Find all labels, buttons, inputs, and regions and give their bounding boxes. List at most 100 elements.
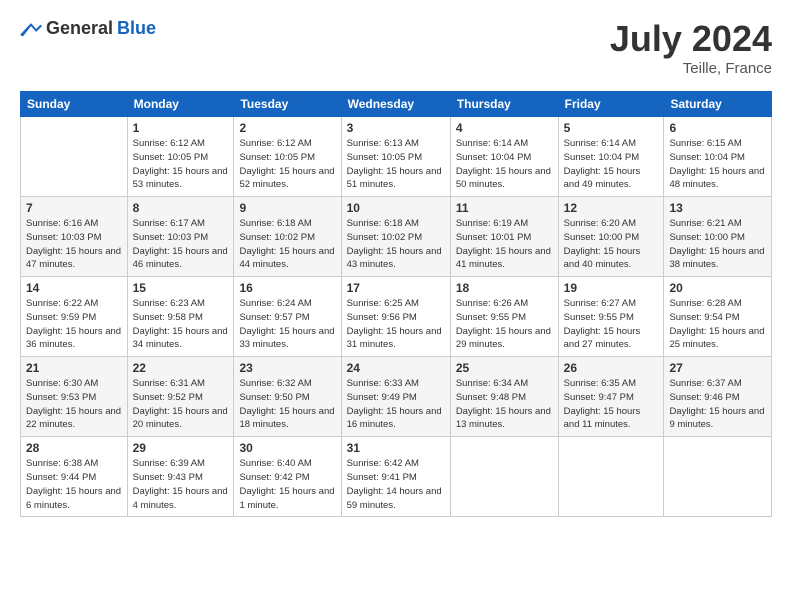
day-number: 2 — [239, 121, 335, 135]
table-cell: 9 Sunrise: 6:18 AM Sunset: 10:02 PM Dayl… — [234, 197, 341, 277]
day-info: Sunrise: 6:12 AM Sunset: 10:05 PM Daylig… — [133, 137, 229, 192]
day-number: 21 — [26, 361, 122, 375]
sunset: Sunset: 10:03 PM — [26, 232, 102, 243]
day-number: 16 — [239, 281, 335, 295]
sunset: Sunset: 10:04 PM — [564, 152, 640, 163]
day-info: Sunrise: 6:27 AM Sunset: 9:55 PM Dayligh… — [564, 297, 659, 352]
sunset: Sunset: 9:50 PM — [239, 392, 309, 403]
sunrise: Sunrise: 6:19 AM — [456, 218, 528, 229]
daylight: Daylight: 15 hours and 33 minutes. — [239, 326, 334, 351]
daylight: Daylight: 15 hours and 44 minutes. — [239, 246, 334, 271]
day-number: 11 — [456, 201, 553, 215]
day-number: 13 — [669, 201, 766, 215]
sunset: Sunset: 10:04 PM — [456, 152, 532, 163]
sunset: Sunset: 9:47 PM — [564, 392, 634, 403]
table-cell — [450, 437, 558, 517]
day-number: 7 — [26, 201, 122, 215]
table-cell: 5 Sunrise: 6:14 AM Sunset: 10:04 PM Dayl… — [558, 117, 664, 197]
day-info: Sunrise: 6:42 AM Sunset: 9:41 PM Dayligh… — [347, 457, 445, 512]
daylight: Daylight: 15 hours and 34 minutes. — [133, 326, 228, 351]
sunset: Sunset: 9:58 PM — [133, 312, 203, 323]
table-cell: 24 Sunrise: 6:33 AM Sunset: 9:49 PM Dayl… — [341, 357, 450, 437]
sunset: Sunset: 9:52 PM — [133, 392, 203, 403]
day-number: 30 — [239, 441, 335, 455]
sunrise: Sunrise: 6:13 AM — [347, 138, 419, 149]
day-number: 17 — [347, 281, 445, 295]
day-info: Sunrise: 6:14 AM Sunset: 10:04 PM Daylig… — [564, 137, 659, 192]
week-row-3: 14 Sunrise: 6:22 AM Sunset: 9:59 PM Dayl… — [21, 277, 772, 357]
daylight: Daylight: 15 hours and 36 minutes. — [26, 326, 121, 351]
daylight: Daylight: 14 hours and 59 minutes. — [347, 486, 442, 511]
sunrise: Sunrise: 6:34 AM — [456, 378, 528, 389]
day-info: Sunrise: 6:22 AM Sunset: 9:59 PM Dayligh… — [26, 297, 122, 352]
table-cell: 2 Sunrise: 6:12 AM Sunset: 10:05 PM Dayl… — [234, 117, 341, 197]
sunrise: Sunrise: 6:26 AM — [456, 298, 528, 309]
table-cell: 19 Sunrise: 6:27 AM Sunset: 9:55 PM Dayl… — [558, 277, 664, 357]
title-block: July 2024 Teille, France — [610, 18, 772, 77]
table-cell: 8 Sunrise: 6:17 AM Sunset: 10:03 PM Dayl… — [127, 197, 234, 277]
sunrise: Sunrise: 6:14 AM — [456, 138, 528, 149]
day-info: Sunrise: 6:37 AM Sunset: 9:46 PM Dayligh… — [669, 377, 766, 432]
sunset: Sunset: 9:54 PM — [669, 312, 739, 323]
header-row: Sunday Monday Tuesday Wednesday Thursday… — [21, 92, 772, 117]
sunset: Sunset: 10:01 PM — [456, 232, 532, 243]
col-saturday: Saturday — [664, 92, 772, 117]
table-cell: 17 Sunrise: 6:25 AM Sunset: 9:56 PM Dayl… — [341, 277, 450, 357]
sunrise: Sunrise: 6:24 AM — [239, 298, 311, 309]
table-cell: 25 Sunrise: 6:34 AM Sunset: 9:48 PM Dayl… — [450, 357, 558, 437]
daylight: Daylight: 15 hours and 11 minutes. — [564, 406, 641, 431]
sunrise: Sunrise: 6:27 AM — [564, 298, 636, 309]
sunrise: Sunrise: 6:21 AM — [669, 218, 741, 229]
table-cell: 18 Sunrise: 6:26 AM Sunset: 9:55 PM Dayl… — [450, 277, 558, 357]
sunrise: Sunrise: 6:25 AM — [347, 298, 419, 309]
sunset: Sunset: 9:48 PM — [456, 392, 526, 403]
col-thursday: Thursday — [450, 92, 558, 117]
logo-blue: Blue — [117, 18, 156, 39]
table-cell: 6 Sunrise: 6:15 AM Sunset: 10:04 PM Dayl… — [664, 117, 772, 197]
daylight: Daylight: 15 hours and 29 minutes. — [456, 326, 551, 351]
table-cell: 22 Sunrise: 6:31 AM Sunset: 9:52 PM Dayl… — [127, 357, 234, 437]
sunrise: Sunrise: 6:42 AM — [347, 458, 419, 469]
table-cell: 3 Sunrise: 6:13 AM Sunset: 10:05 PM Dayl… — [341, 117, 450, 197]
day-info: Sunrise: 6:24 AM Sunset: 9:57 PM Dayligh… — [239, 297, 335, 352]
daylight: Daylight: 15 hours and 50 minutes. — [456, 166, 551, 191]
sunrise: Sunrise: 6:12 AM — [239, 138, 311, 149]
day-info: Sunrise: 6:18 AM Sunset: 10:02 PM Daylig… — [239, 217, 335, 272]
sunset: Sunset: 9:43 PM — [133, 472, 203, 483]
day-number: 25 — [456, 361, 553, 375]
sunrise: Sunrise: 6:23 AM — [133, 298, 205, 309]
daylight: Daylight: 15 hours and 22 minutes. — [26, 406, 121, 431]
table-cell: 11 Sunrise: 6:19 AM Sunset: 10:01 PM Day… — [450, 197, 558, 277]
table-cell — [558, 437, 664, 517]
sunset: Sunset: 9:44 PM — [26, 472, 96, 483]
sunrise: Sunrise: 6:39 AM — [133, 458, 205, 469]
sunrise: Sunrise: 6:31 AM — [133, 378, 205, 389]
daylight: Daylight: 15 hours and 52 minutes. — [239, 166, 334, 191]
sunset: Sunset: 9:55 PM — [456, 312, 526, 323]
sunset: Sunset: 9:53 PM — [26, 392, 96, 403]
sunset: Sunset: 9:57 PM — [239, 312, 309, 323]
logo: GeneralBlue — [20, 18, 156, 39]
day-info: Sunrise: 6:18 AM Sunset: 10:02 PM Daylig… — [347, 217, 445, 272]
daylight: Daylight: 15 hours and 31 minutes. — [347, 326, 442, 351]
day-info: Sunrise: 6:14 AM Sunset: 10:04 PM Daylig… — [456, 137, 553, 192]
daylight: Daylight: 15 hours and 16 minutes. — [347, 406, 442, 431]
sunrise: Sunrise: 6:12 AM — [133, 138, 205, 149]
day-info: Sunrise: 6:13 AM Sunset: 10:05 PM Daylig… — [347, 137, 445, 192]
day-number: 23 — [239, 361, 335, 375]
day-info: Sunrise: 6:25 AM Sunset: 9:56 PM Dayligh… — [347, 297, 445, 352]
day-number: 28 — [26, 441, 122, 455]
week-row-4: 21 Sunrise: 6:30 AM Sunset: 9:53 PM Dayl… — [21, 357, 772, 437]
daylight: Daylight: 15 hours and 1 minute. — [239, 486, 334, 511]
calendar-table: Sunday Monday Tuesday Wednesday Thursday… — [20, 91, 772, 517]
daylight: Daylight: 15 hours and 47 minutes. — [26, 246, 121, 271]
week-row-1: 1 Sunrise: 6:12 AM Sunset: 10:05 PM Dayl… — [21, 117, 772, 197]
day-number: 5 — [564, 121, 659, 135]
day-number: 31 — [347, 441, 445, 455]
day-number: 29 — [133, 441, 229, 455]
week-row-2: 7 Sunrise: 6:16 AM Sunset: 10:03 PM Dayl… — [21, 197, 772, 277]
day-number: 12 — [564, 201, 659, 215]
day-info: Sunrise: 6:33 AM Sunset: 9:49 PM Dayligh… — [347, 377, 445, 432]
sunset: Sunset: 9:59 PM — [26, 312, 96, 323]
col-wednesday: Wednesday — [341, 92, 450, 117]
